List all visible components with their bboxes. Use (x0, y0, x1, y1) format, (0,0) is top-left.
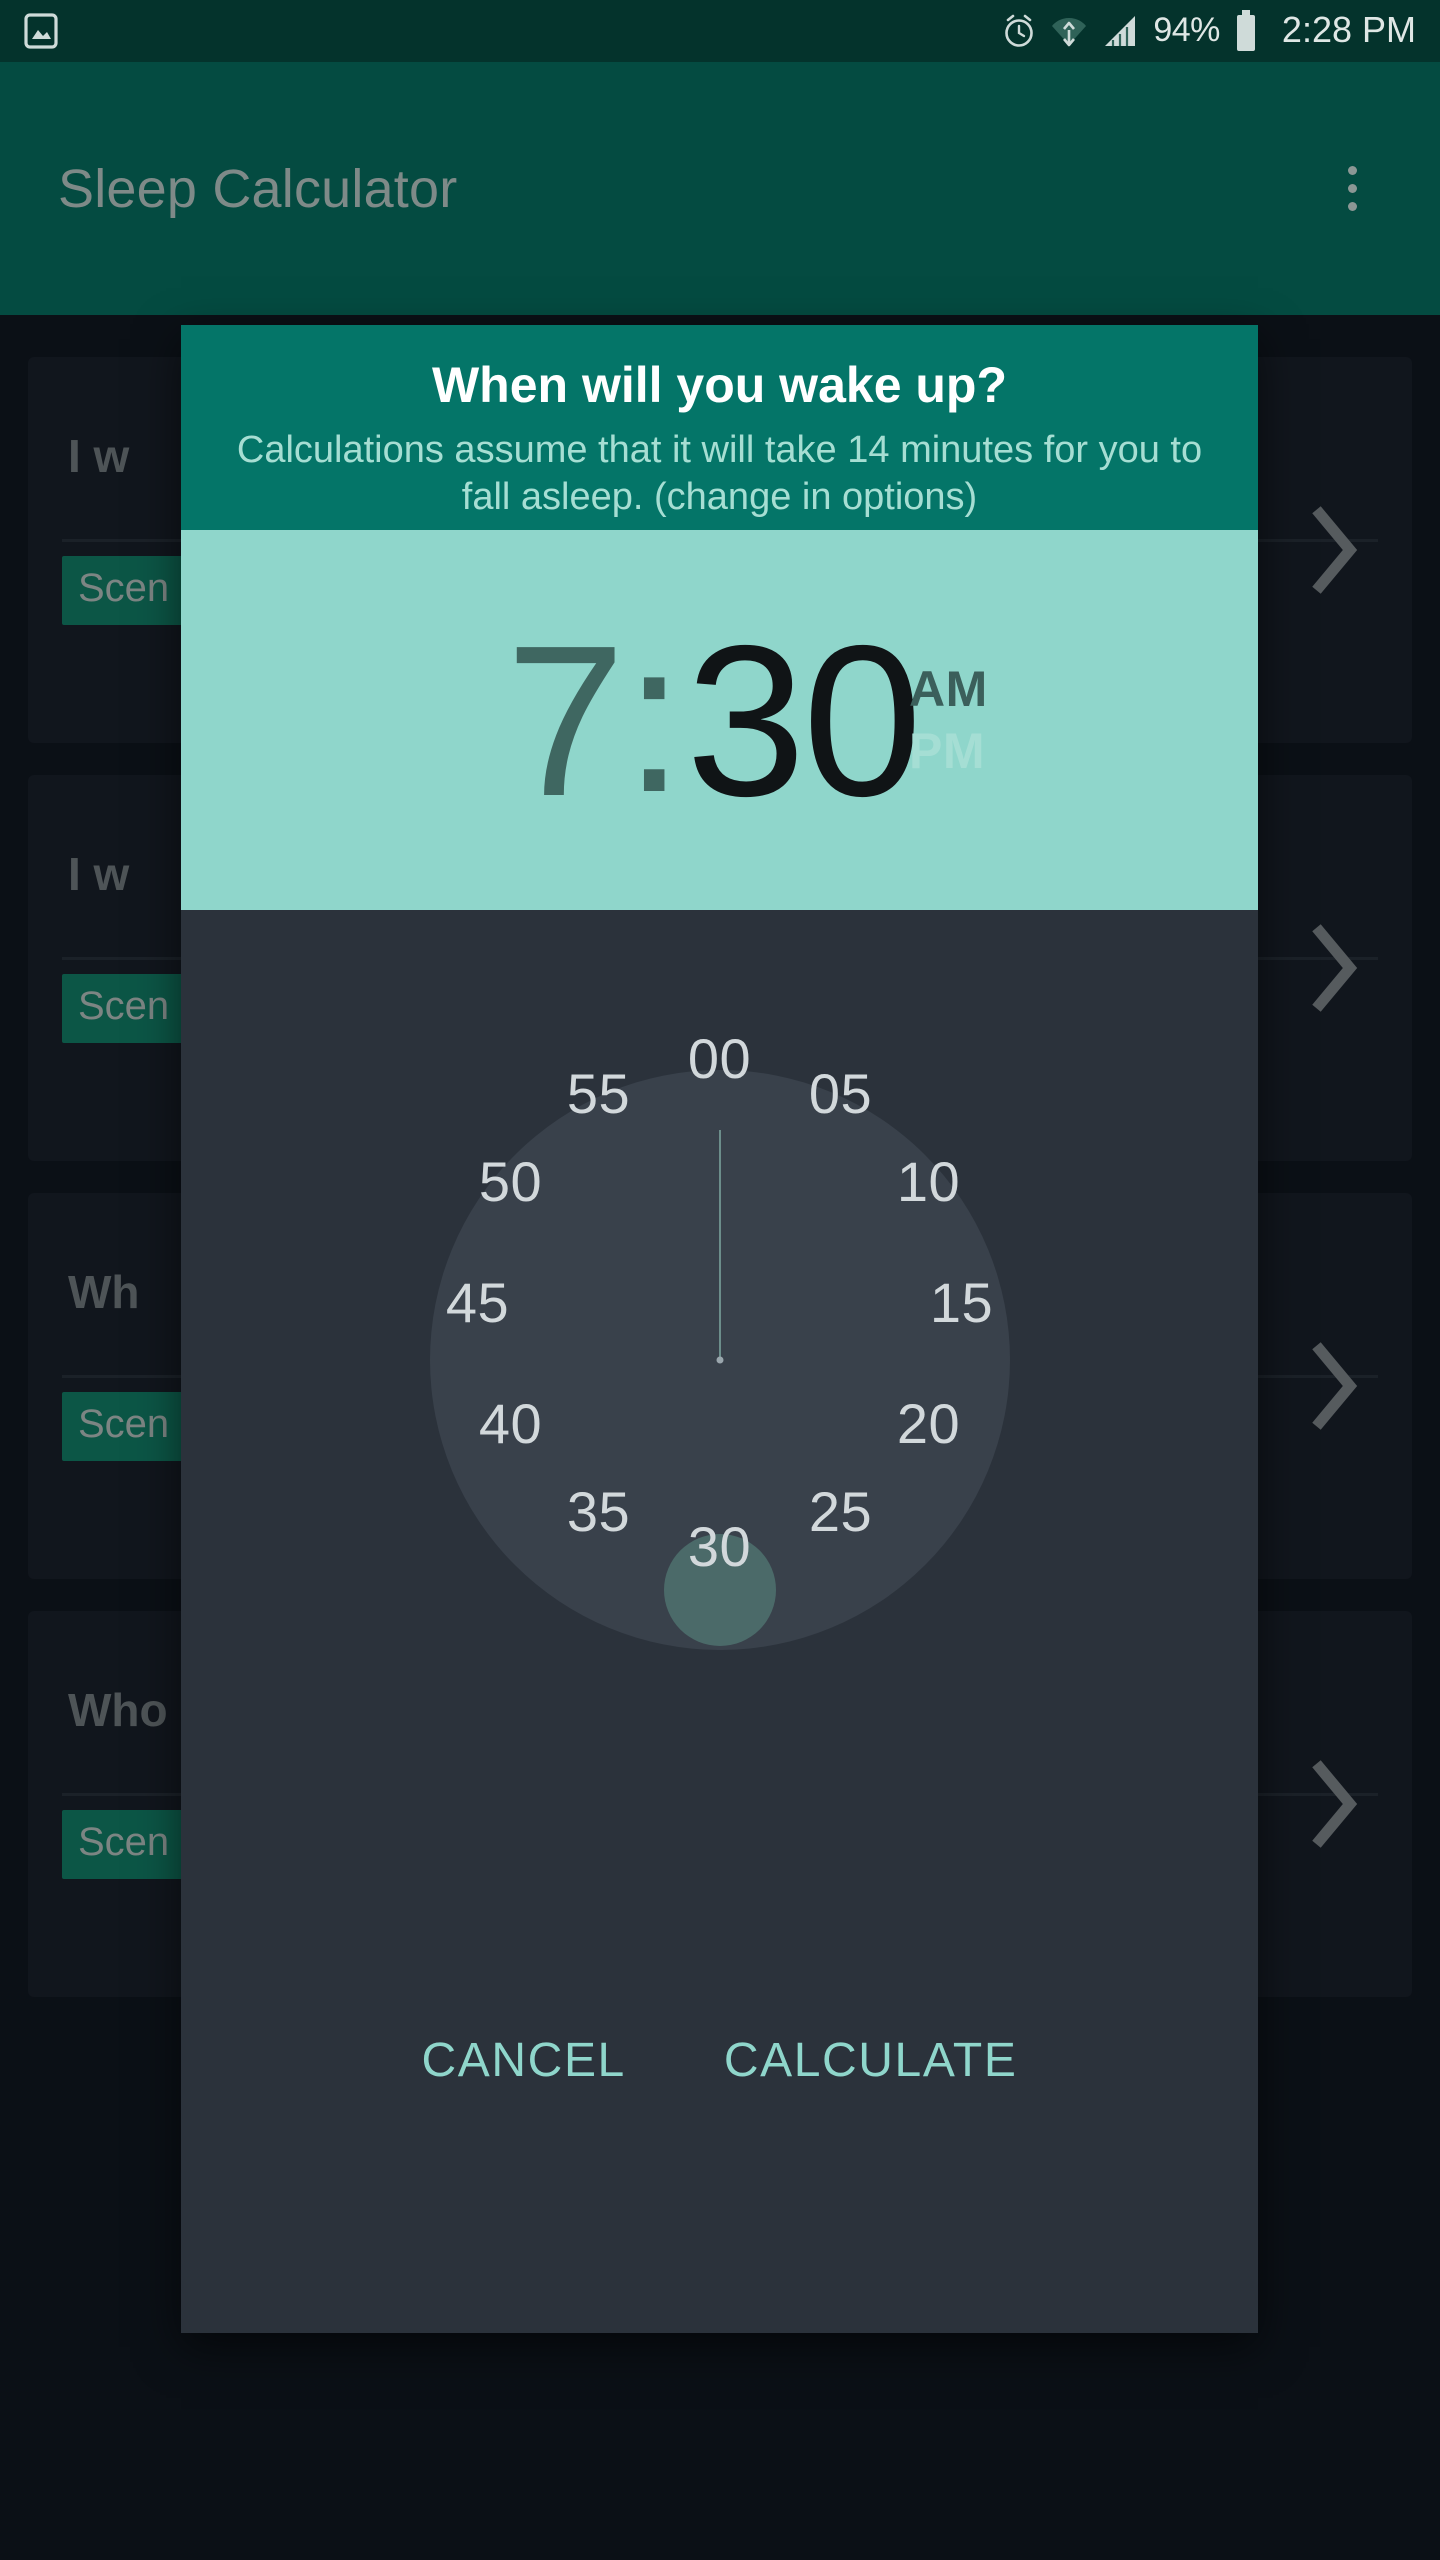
clock-tick-55[interactable]: 55 (534, 1054, 664, 1132)
clock-picker[interactable]: 00 05 10 15 20 25 30 35 40 45 50 55 (181, 910, 1258, 2105)
app-bar: Sleep Calculator (0, 62, 1440, 315)
calculate-button[interactable]: CALCULATE (706, 2021, 1036, 2100)
clock-tick-35[interactable]: 35 (534, 1472, 664, 1550)
clock-tick-30[interactable]: 30 (655, 1507, 785, 1585)
time-picker-dialog: When will you wake up? Calculations assu… (181, 325, 1258, 2333)
status-bar-left (24, 12, 58, 50)
time-display: 7 : 30 AM PM (181, 530, 1258, 910)
am-button[interactable]: AM (909, 664, 988, 714)
battery-percent: 94% (1153, 10, 1220, 49)
status-bar: 94% 2:28 PM (0, 0, 1440, 62)
overflow-dot (1347, 184, 1357, 193)
battery-icon (1234, 9, 1258, 53)
clock-tick-10[interactable]: 10 (864, 1142, 994, 1220)
clock-hand (718, 1130, 721, 1360)
overflow-dot (1347, 166, 1357, 175)
status-bar-right: 94% 2:28 PM (1001, 9, 1416, 53)
dialog-actions: CANCEL CALCULATE (181, 1983, 1258, 2333)
page-title: Sleep Calculator (58, 158, 458, 219)
image-icon (24, 12, 58, 50)
alarm-icon (1001, 12, 1037, 50)
overflow-dot (1347, 202, 1357, 211)
dialog-title: When will you wake up? (431, 357, 1008, 413)
dialog-subtitle: Calculations assume that it will take 14… (236, 429, 1203, 519)
meridiem-selector: AM PM (909, 664, 988, 776)
clock-tick-45[interactable]: 45 (413, 1263, 543, 1341)
chevron-right-icon[interactable] (1306, 504, 1364, 596)
wifi-icon (1051, 12, 1087, 50)
minute-field[interactable]: 30 (686, 613, 922, 828)
chevron-right-icon[interactable] (1306, 922, 1364, 1014)
chevron-right-icon[interactable] (1306, 1340, 1364, 1432)
clock-tick-25[interactable]: 25 (776, 1472, 906, 1550)
clock-tick-05[interactable]: 05 (776, 1054, 906, 1132)
time-separator: : (624, 595, 685, 837)
more-vertical-icon[interactable] (1320, 157, 1384, 221)
clock-tick-40[interactable]: 40 (446, 1384, 576, 1462)
clock-tick-20[interactable]: 20 (864, 1384, 994, 1462)
clock-tick-15[interactable]: 15 (897, 1263, 1027, 1341)
clock-tick-50[interactable]: 50 (446, 1142, 576, 1220)
dialog-header: When will you wake up? Calculations assu… (181, 325, 1258, 530)
hour-field[interactable]: 7 (506, 613, 626, 828)
chevron-right-icon[interactable] (1306, 1758, 1364, 1850)
clock-center-dot (716, 1356, 723, 1364)
status-bar-clock: 2:28 PM (1281, 9, 1416, 50)
time-value: 7 : 30 (506, 609, 922, 828)
clock-tick-00[interactable]: 00 (655, 1019, 785, 1097)
signal-icon (1101, 12, 1139, 50)
cancel-button[interactable]: CANCEL (404, 2021, 644, 2100)
pm-button[interactable]: PM (909, 726, 988, 776)
